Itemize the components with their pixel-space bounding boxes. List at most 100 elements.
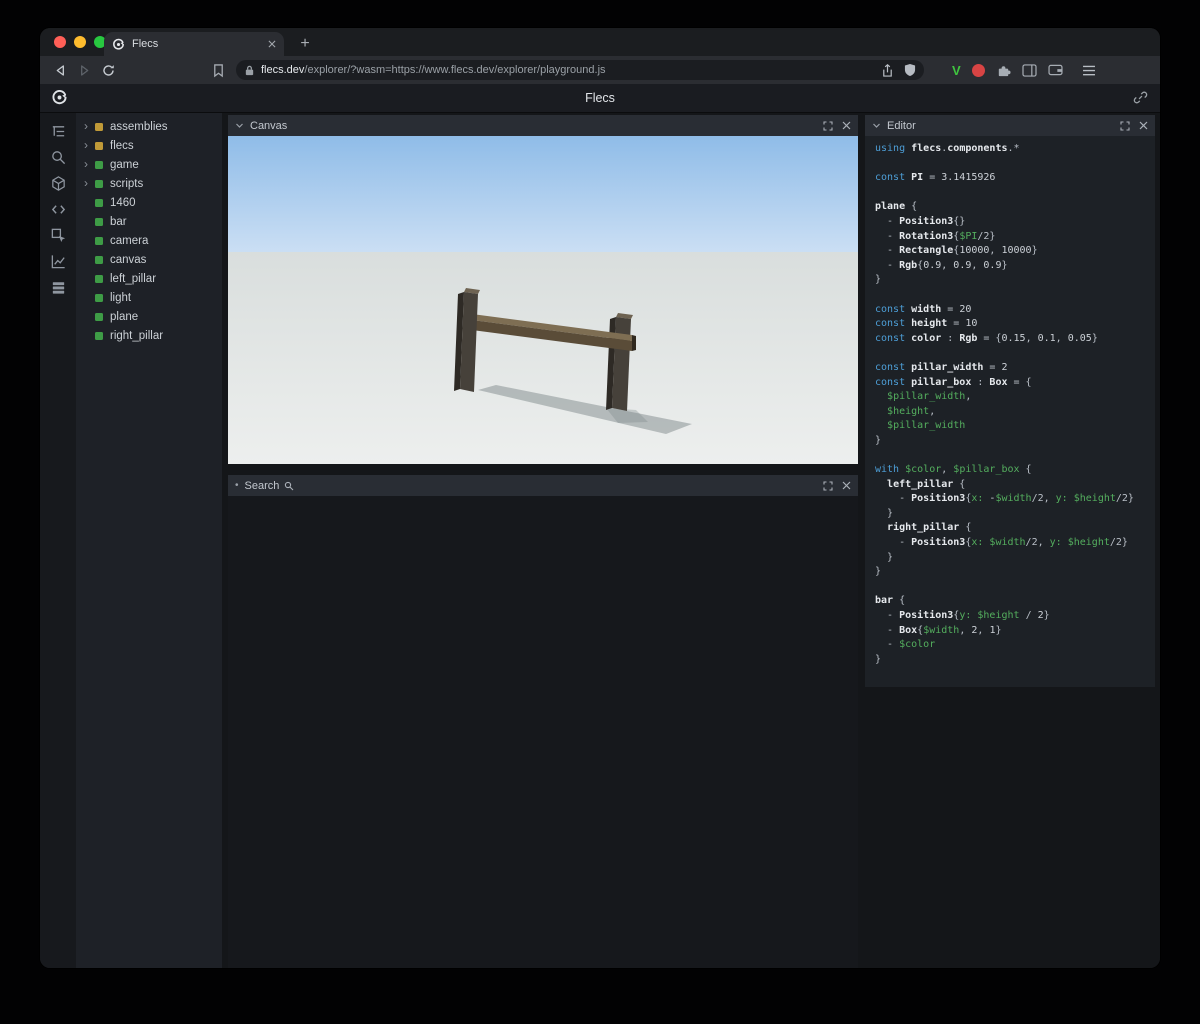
editor-panel: Editor using flecs.components.* const PI… — [865, 115, 1155, 687]
canvas-panel-header[interactable]: Canvas — [228, 115, 858, 136]
forward-button[interactable] — [72, 59, 96, 81]
search-icon[interactable] — [46, 148, 70, 166]
share-link-icon[interactable] — [1133, 90, 1148, 105]
code-line: - Position3{y: $height / 2} — [875, 610, 1050, 621]
entity-label: left_pillar — [110, 272, 157, 285]
canvas-3d-scene[interactable] — [228, 136, 858, 464]
close-icon[interactable] — [842, 121, 851, 130]
maximize-icon[interactable] — [1120, 120, 1130, 131]
code-line: $height, — [887, 405, 936, 417]
expand-caret-icon[interactable]: › — [84, 177, 95, 189]
tree-item-bar[interactable]: bar — [76, 212, 222, 231]
browser-menu-icon[interactable] — [1077, 59, 1101, 81]
code-line: } — [875, 566, 882, 578]
code-line: - Rotation3{$PI/2} — [875, 230, 996, 242]
search-panel-header[interactable]: • Search — [228, 475, 858, 496]
entity-color-square — [95, 160, 103, 169]
search-results-area[interactable] — [228, 496, 858, 968]
maximize-icon[interactable] — [823, 480, 833, 491]
entity-label: flecs — [110, 139, 134, 152]
entity-color-square — [95, 179, 103, 188]
browser-toolbar: flecs.dev/explorer/?wasm=https://www.fle… — [40, 56, 1160, 85]
code-line: right_pillar { — [887, 522, 972, 534]
tree-item-flecs[interactable]: › flecs — [76, 136, 222, 155]
maximize-icon[interactable] — [823, 120, 833, 131]
nav-buttons — [48, 59, 120, 81]
code-line: plane { — [875, 201, 918, 213]
url-actions — [881, 63, 916, 78]
tree-item-assemblies[interactable]: › assemblies — [76, 117, 222, 136]
tree-item-left_pillar[interactable]: left_pillar — [76, 269, 222, 288]
expand-caret-icon[interactable]: › — [84, 158, 95, 170]
bullet-icon[interactable]: • — [235, 480, 239, 491]
brave-shield-icon[interactable] — [904, 63, 916, 77]
statistics-icon[interactable] — [46, 252, 70, 270]
entity-label: camera — [110, 234, 149, 247]
code-line: const PI = 3.1415926 — [875, 172, 996, 184]
code-editor[interactable]: using flecs.components.* const PI = 3.14… — [865, 136, 1155, 687]
code-line: const pillar_box : Box = { — [875, 376, 1032, 388]
expand-caret-icon[interactable]: › — [84, 120, 95, 132]
chevron-down-icon[interactable] — [872, 121, 881, 130]
tables-icon[interactable] — [46, 278, 70, 296]
entity-label: 1460 — [110, 196, 136, 209]
code-line: } — [875, 653, 882, 665]
entity-tree-icon[interactable] — [46, 122, 70, 140]
tree-item-light[interactable]: light — [76, 288, 222, 307]
close-window-button[interactable] — [54, 36, 66, 48]
inspect-icon[interactable] — [46, 226, 70, 244]
red-extension-icon[interactable] — [971, 63, 985, 77]
search-panel-title: Search — [244, 479, 280, 492]
code-icon[interactable] — [46, 200, 70, 218]
tree-item-scripts[interactable]: › scripts — [76, 174, 222, 193]
url-bar[interactable]: flecs.dev/explorer/?wasm=https://www.fle… — [236, 60, 924, 80]
back-button[interactable] — [48, 59, 72, 81]
bookmark-icon[interactable] — [206, 59, 230, 81]
entity-label: right_pillar — [110, 329, 164, 342]
entity-label: assemblies — [110, 120, 168, 133]
code-line: with $color, $pillar_box { — [875, 464, 1032, 476]
share-icon[interactable] — [881, 63, 894, 78]
code-line: } — [875, 274, 882, 286]
vimium-extension-icon[interactable]: V — [952, 63, 961, 78]
expand-caret-icon[interactable]: › — [84, 139, 95, 151]
code-line: - $color — [875, 639, 936, 651]
queries-cube-icon[interactable] — [46, 174, 70, 192]
tree-item-1460[interactable]: 1460 — [76, 193, 222, 212]
code-line: bar { — [875, 595, 906, 607]
extensions-area: V — [952, 63, 1063, 78]
code-line: left_pillar { — [887, 478, 966, 490]
tree-item-game[interactable]: › game — [76, 155, 222, 174]
entity-color-square — [95, 293, 103, 302]
ground-plane — [228, 252, 858, 464]
tree-item-right_pillar[interactable]: right_pillar — [76, 326, 222, 345]
close-icon[interactable] — [842, 481, 851, 490]
browser-tab-flecs[interactable]: Flecs — [104, 32, 284, 56]
wallet-icon[interactable] — [1048, 64, 1063, 76]
page-header: Flecs — [40, 84, 1160, 113]
code-line: } — [875, 434, 882, 446]
sidebar-toggle-icon[interactable] — [1022, 63, 1037, 77]
icon-rail — [40, 113, 76, 968]
entity-label: bar — [110, 215, 127, 228]
reload-button[interactable] — [96, 59, 120, 81]
tab-title: Flecs — [132, 38, 159, 50]
canvas-panel: Canvas — [228, 115, 858, 464]
search-panel: • Search — [228, 475, 858, 968]
entity-label: light — [110, 291, 132, 304]
editor-panel-header[interactable]: Editor — [865, 115, 1155, 136]
new-tab-button[interactable]: + — [294, 33, 316, 55]
code-line: - Rgb{0.9, 0.9, 0.9} — [875, 259, 1008, 271]
minimize-window-button[interactable] — [74, 36, 86, 48]
tab-close-icon[interactable] — [268, 40, 276, 48]
puzzle-extensions-icon[interactable] — [996, 63, 1011, 78]
entity-tree: › assemblies › flecs › game › scripts 1460 bar cam… — [76, 113, 222, 968]
chevron-down-icon[interactable] — [235, 121, 244, 130]
close-icon[interactable] — [1139, 121, 1148, 130]
tree-item-plane[interactable]: plane — [76, 307, 222, 326]
tree-item-camera[interactable]: camera — [76, 231, 222, 250]
tree-item-canvas[interactable]: canvas — [76, 250, 222, 269]
